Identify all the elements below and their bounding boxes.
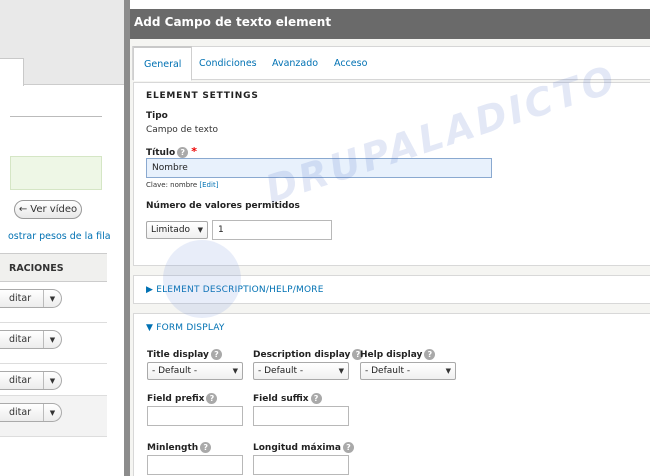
title-display-select[interactable]: - Default - ▼: [147, 362, 243, 380]
machine-name-text: Clave: nombre: [146, 181, 198, 189]
form-display-section: ▼ FORM DISPLAY Title display? - Default …: [133, 313, 650, 476]
help-icon[interactable]: ?: [424, 349, 436, 360]
edit-dropbutton[interactable]: ditar ▼: [0, 289, 62, 308]
edit-dropbutton[interactable]: ditar ▼: [0, 330, 62, 349]
table-row: ditar ▼: [0, 364, 107, 396]
required-marker: *: [191, 145, 197, 158]
machine-name-edit-link[interactable]: [Edit]: [199, 181, 218, 189]
description-display-label-row: Description display?: [253, 349, 364, 360]
tab-general[interactable]: General: [133, 46, 193, 81]
dialog-title: Add Campo de texto element: [130, 9, 650, 39]
minlength-input[interactable]: [147, 455, 243, 475]
title-label: Título: [146, 148, 176, 158]
edit-label[interactable]: ditar: [0, 372, 44, 389]
type-value: Campo de texto: [146, 125, 219, 135]
edit-label[interactable]: ditar: [0, 404, 44, 421]
allowed-values-number[interactable]: 1: [212, 220, 332, 240]
title-input[interactable]: Nombre: [146, 158, 492, 178]
dialog-top-strip: [130, 0, 650, 9]
type-label: Tipo: [146, 111, 168, 121]
screen: ← Ver vídeo ostrar pesos de la fila RACI…: [0, 0, 650, 476]
field-prefix-label-row: Field prefix?: [147, 393, 218, 404]
title-display-label: Title display: [147, 350, 209, 360]
ver-video-label: Ver vídeo: [30, 204, 78, 215]
ver-video-button[interactable]: ← Ver vídeo: [14, 200, 82, 219]
caret-down-icon[interactable]: ▼: [44, 409, 61, 417]
form-display-toggle[interactable]: ▼ FORM DISPLAY: [146, 323, 225, 333]
help-display-value: - Default -: [365, 366, 411, 376]
title-label-row: Título? *: [146, 145, 197, 158]
caret-down-icon[interactable]: ▼: [44, 336, 61, 344]
edit-label[interactable]: ditar: [0, 290, 44, 307]
title-display-value: - Default -: [152, 366, 198, 376]
help-icon[interactable]: ?: [342, 442, 354, 453]
minlength-label-row: Minlength?: [147, 442, 212, 453]
status-message: [10, 156, 102, 190]
triangle-right-icon: ▶: [146, 285, 154, 295]
allowed-values-select[interactable]: Limitado ▼: [146, 221, 208, 239]
add-element-dialog: Add Campo de texto element General Condi…: [130, 0, 650, 476]
tab-advanced[interactable]: Avanzado: [262, 47, 328, 80]
edit-label[interactable]: ditar: [0, 331, 44, 348]
field-suffix-label-row: Field suffix?: [253, 393, 322, 404]
edit-dropbutton[interactable]: ditar ▼: [0, 371, 62, 390]
minlength-label: Minlength: [147, 443, 199, 453]
maxlength-label-row: Longitud máxima?: [253, 442, 354, 453]
caret-down-icon: ▼: [338, 367, 344, 375]
edit-dropbutton[interactable]: ditar ▼: [0, 403, 62, 422]
background-tab[interactable]: [0, 58, 24, 86]
tab-access[interactable]: Acceso: [324, 47, 377, 80]
title-display-label-row: Title display?: [147, 349, 222, 360]
element-settings-section: ELEMENT SETTINGS Tipo Campo de texto Tít…: [133, 82, 650, 266]
caret-down-icon: ▼: [197, 226, 203, 234]
maxlength-label: Longitud máxima: [253, 443, 341, 453]
allowed-values-label: Número de valores permitidos: [146, 201, 300, 211]
element-description-toggle[interactable]: ▶ ELEMENT DESCRIPTION/HELP/MORE: [133, 275, 650, 304]
tab-bar: General Condiciones Avanzado Acceso: [132, 46, 650, 81]
help-icon[interactable]: ?: [310, 393, 322, 404]
help-display-select[interactable]: - Default - ▼: [360, 362, 456, 380]
help-icon[interactable]: ?: [206, 393, 218, 404]
background-page: ← Ver vídeo ostrar pesos de la fila RACI…: [0, 0, 124, 476]
field-suffix-input[interactable]: [253, 406, 349, 426]
field-prefix-input[interactable]: [147, 406, 243, 426]
machine-name: Clave: nombre [Edit]: [146, 181, 218, 189]
caret-down-icon[interactable]: ▼: [44, 377, 61, 385]
row-weights-link[interactable]: ostrar pesos de la fila: [8, 231, 111, 242]
table-header: RACIONES: [0, 253, 107, 282]
table-row: ditar ▼: [0, 396, 107, 437]
description-display-value: - Default -: [258, 366, 304, 376]
caret-down-icon: ▼: [232, 367, 238, 375]
help-display-label: Help display: [360, 350, 423, 360]
background-divider: [10, 116, 102, 117]
section-heading: ELEMENT SETTINGS: [146, 91, 259, 101]
field-prefix-label: Field prefix: [147, 394, 205, 404]
description-display-select[interactable]: - Default - ▼: [253, 362, 349, 380]
maxlength-input[interactable]: [253, 455, 349, 475]
form-display-heading: FORM DISPLAY: [156, 323, 225, 333]
tab-conditions[interactable]: Condiciones: [189, 47, 267, 80]
help-icon[interactable]: ?: [177, 147, 189, 158]
help-display-label-row: Help display?: [360, 349, 436, 360]
triangle-down-icon: ▼: [146, 323, 154, 333]
help-icon[interactable]: ?: [200, 442, 212, 453]
caret-down-icon: ▼: [445, 367, 451, 375]
help-icon[interactable]: ?: [210, 349, 222, 360]
arrow-left-icon: ←: [18, 204, 28, 215]
allowed-values-select-value: Limitado: [151, 225, 191, 235]
table-row: ditar ▼: [0, 323, 107, 364]
caret-down-icon[interactable]: ▼: [44, 295, 61, 303]
element-description-label: ELEMENT DESCRIPTION/HELP/MORE: [156, 285, 324, 295]
table-row: ditar ▼: [0, 282, 107, 323]
field-suffix-label: Field suffix: [253, 394, 309, 404]
description-display-label: Description display: [253, 350, 351, 360]
